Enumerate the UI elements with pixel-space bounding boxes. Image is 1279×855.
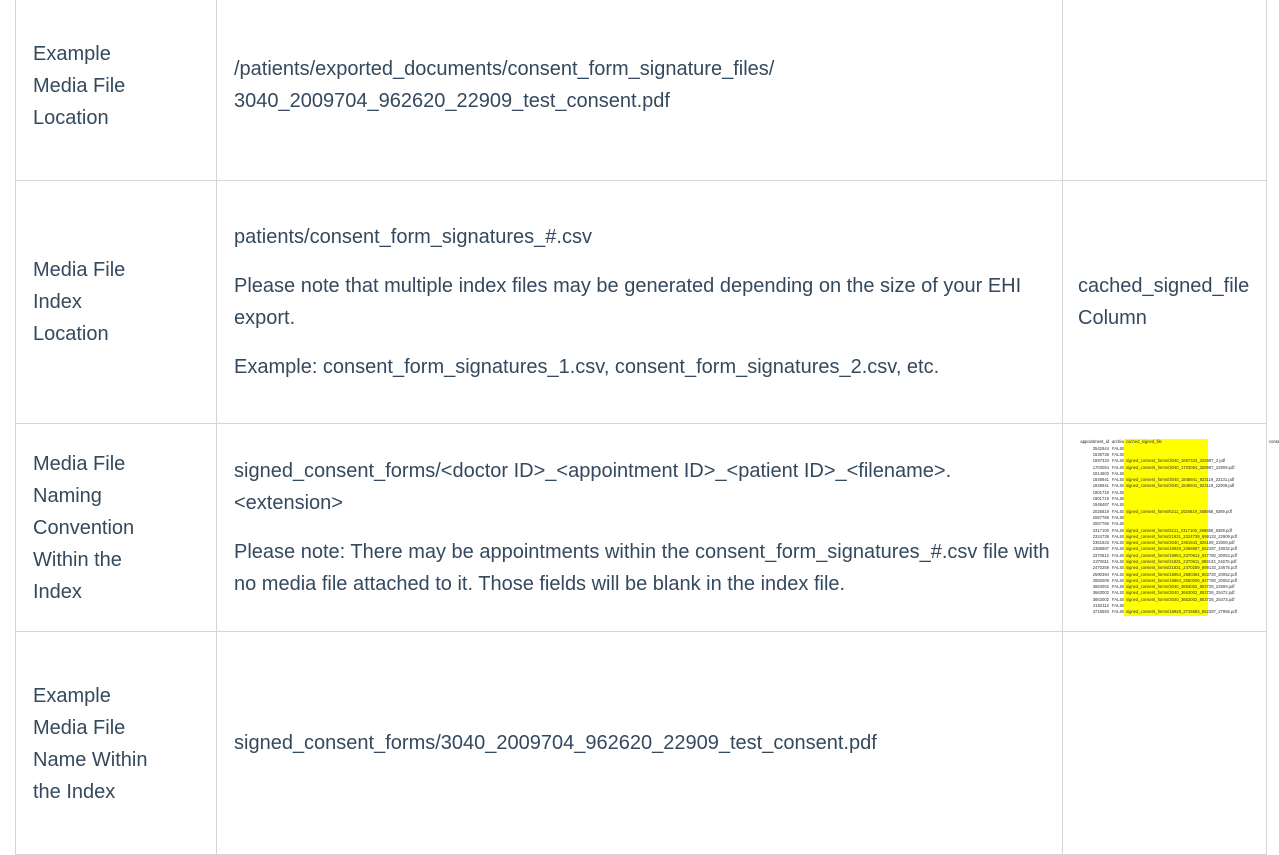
index-example: Example: consent_form_signatures_1.csv, … — [234, 356, 940, 378]
row-label-line: Media File — [33, 452, 126, 475]
table-row: Example Media File Name Within the Index… — [15, 631, 1267, 855]
sheet-cell-archived: FALSE — [1112, 609, 1126, 615]
row-content-cell: signed_consent_forms/<doctor ID>_<appoin… — [216, 423, 1063, 632]
row-content-cell: /patients/exported_documents/consent_for… — [216, 0, 1063, 181]
sheet-cell-consent-form-id: 27856 — [1260, 609, 1279, 615]
row-label-cell: Example Media File Name Within the Index — [15, 631, 217, 855]
row-extra-cell — [1062, 0, 1267, 181]
naming-note: Please note: There may be appointments w… — [234, 541, 1050, 595]
row-label-line: Media File — [33, 259, 126, 281]
row-label-line: Naming — [33, 484, 102, 507]
row-label-line: Media File — [33, 717, 126, 739]
row-label-line: Name Within — [33, 749, 148, 771]
example-file-name: signed_consent_forms/3040_2009704_962620… — [234, 732, 877, 754]
row-label-line: Convention — [33, 516, 135, 539]
row-label-line: the Index — [33, 781, 116, 803]
table-row: Example Media File Location /patients/ex… — [15, 0, 1267, 181]
row-label-line: Index — [33, 291, 82, 313]
row-extra-cell: cached_signed_file Column — [1062, 180, 1267, 424]
row-label-line: Within the — [33, 548, 122, 571]
sheet-row: 3716593 FALSE signed_consent_forms/18928_3… — [1077, 609, 1279, 616]
row-label-line: Example — [33, 42, 111, 65]
sheet-cell-appointment-id: 3716593 — [1092, 609, 1109, 615]
column-name: cached_signed_file — [1078, 275, 1250, 297]
row-extra-cell — [1062, 631, 1267, 855]
row-content-cell: signed_consent_forms/3040_2009704_962620… — [216, 631, 1063, 855]
row-label-line: Location — [33, 323, 109, 345]
table-row: Media File Naming Convention Within the … — [15, 423, 1279, 632]
column-word: Column — [1078, 307, 1147, 329]
documentation-table: Example Media File Location /patients/ex… — [15, 0, 1279, 855]
row-label-line: Example — [33, 685, 111, 707]
row-label-cell: Media File Index Location — [15, 180, 217, 424]
file-location-path: /patients/exported_documents/consent_for… — [234, 57, 775, 80]
spreadsheet-thumbnail: appointment_id archived cached_signed_file… — [1077, 439, 1279, 616]
row-label-line: Index — [33, 580, 82, 603]
index-note: Please note that multiple index files ma… — [234, 275, 1022, 329]
row-label-cell: Example Media File Location — [15, 0, 217, 181]
row-label-line: Location — [33, 106, 109, 129]
sheet-spacer — [1208, 609, 1260, 615]
index-path: patients/consent_form_signatures_#.csv — [234, 226, 592, 248]
spreadsheet-thumbnail-cell: appointment_id archived cached_signed_file… — [1062, 423, 1279, 632]
naming-convention: signed_consent_forms/<doctor ID>_<appoin… — [234, 460, 952, 514]
table-row: Media File Index Location patients/conse… — [15, 180, 1267, 424]
file-location-filename: 3040_2009704_962620_22909_test_consent.p… — [234, 89, 670, 112]
row-content-cell: patients/consent_form_signatures_#.csv P… — [216, 180, 1063, 424]
row-label-cell: Media File Naming Convention Within the … — [15, 423, 217, 632]
row-label-line: Media File — [33, 74, 126, 97]
sheet-cell-cached-file: signed_consent_forms/18928_3716593_65228… — [1124, 609, 1237, 616]
